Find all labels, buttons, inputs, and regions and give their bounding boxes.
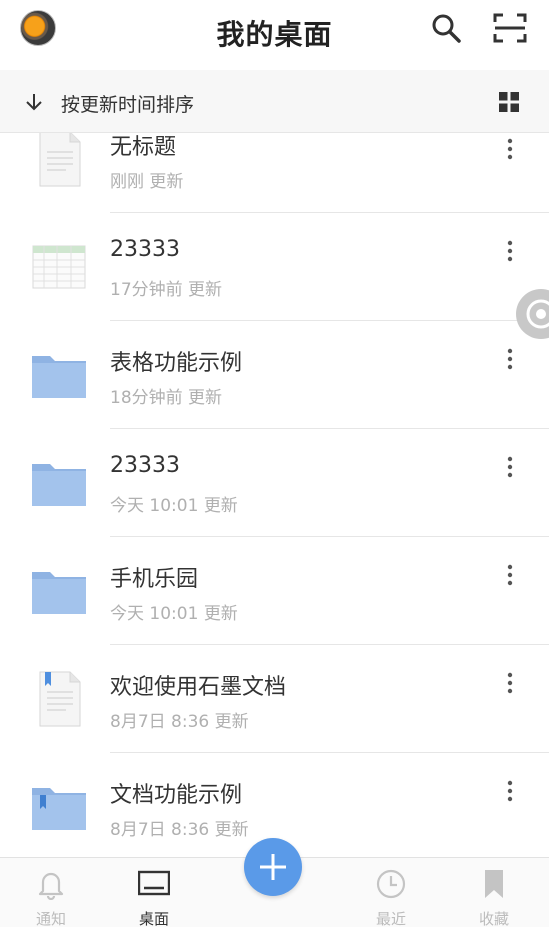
folder-icon <box>32 572 86 614</box>
nav-notifications[interactable]: 通知 <box>11 858 91 928</box>
file-name: 无标题 <box>110 135 177 160</box>
add-button[interactable] <box>244 838 302 896</box>
clock-icon <box>376 869 406 899</box>
folder-icon <box>32 356 86 398</box>
file-meta: 刚刚 更新 <box>110 167 183 192</box>
sort-bar: 按更新时间排序 <box>0 70 549 133</box>
spreadsheet-icon <box>32 245 86 289</box>
assistive-touch-button[interactable] <box>516 289 549 339</box>
shutter-icon <box>526 299 549 329</box>
more-icon[interactable] <box>500 455 520 479</box>
file-row[interactable]: 23333 17分钟前 更新 <box>0 213 549 321</box>
more-icon[interactable] <box>500 239 520 263</box>
file-row[interactable]: 表格功能示例 18分钟前 更新 <box>0 321 549 429</box>
file-list: 无标题 刚刚 更新 23333 17分钟前 更新 表格功能示例 18分钟前 更新… <box>0 133 549 857</box>
scan-button[interactable] <box>493 12 527 44</box>
document-icon <box>39 133 81 187</box>
nav-label: 收藏 <box>478 910 509 928</box>
file-time: 18分钟前 <box>110 388 183 408</box>
file-name: 手机乐园 <box>110 567 199 592</box>
file-row[interactable]: 23333 今天 10:01 更新 <box>0 429 549 537</box>
bookmarked-folder-icon <box>32 788 86 830</box>
file-meta: 8月7日 8:36 更新 <box>110 707 249 732</box>
search-icon <box>432 14 461 43</box>
search-button[interactable] <box>430 12 462 44</box>
file-time: 8月7日 8:36 <box>110 712 210 732</box>
file-name: 表格功能示例 <box>110 351 243 376</box>
page-title: 我的桌面 <box>216 18 333 51</box>
desktop-icon <box>138 870 170 896</box>
file-meta-suffix: 更新 <box>188 388 223 408</box>
more-icon[interactable] <box>500 137 520 161</box>
grid-view-icon[interactable] <box>498 91 520 113</box>
file-meta: 17分钟前 更新 <box>110 275 222 300</box>
scan-icon <box>493 13 527 43</box>
nav-label: 通知 <box>35 910 66 928</box>
app-header: 我的桌面 <box>0 0 549 70</box>
file-meta: 8月7日 8:36 更新 <box>110 815 249 840</box>
plus-icon <box>260 854 286 880</box>
arrow-down-icon[interactable] <box>24 92 44 112</box>
folder-icon <box>32 464 86 506</box>
file-meta-suffix: 更新 <box>203 496 238 516</box>
more-icon[interactable] <box>500 779 520 803</box>
file-time: 今天 10:01 <box>110 604 199 624</box>
file-row[interactable]: 手机乐园 今天 10:01 更新 <box>0 537 549 645</box>
file-meta-suffix: 更新 <box>214 820 249 840</box>
file-row[interactable]: 欢迎使用石墨文档 8月7日 8:36 更新 <box>0 645 549 753</box>
file-meta: 18分钟前 更新 <box>110 383 222 408</box>
bell-icon <box>38 872 64 900</box>
bookmark-icon <box>485 870 503 898</box>
file-name: 文档功能示例 <box>110 783 243 808</box>
more-icon[interactable] <box>500 347 520 371</box>
file-time: 今天 10:01 <box>110 496 199 516</box>
file-meta-suffix: 更新 <box>214 712 249 732</box>
more-icon[interactable] <box>500 671 520 695</box>
more-icon[interactable] <box>500 563 520 587</box>
nav-label: 最近 <box>375 910 406 928</box>
file-meta-suffix: 更新 <box>188 280 223 300</box>
file-row[interactable]: 无标题 刚刚 更新 <box>0 133 549 213</box>
file-meta-suffix: 更新 <box>149 172 184 192</box>
nav-recent[interactable]: 最近 <box>351 858 431 928</box>
file-time: 刚刚 <box>110 172 144 192</box>
file-name: 23333 <box>110 453 180 478</box>
file-time: 17分钟前 <box>110 280 183 300</box>
bookmarked-document-icon <box>39 671 81 727</box>
sort-label[interactable]: 按更新时间排序 <box>61 90 194 117</box>
file-meta: 今天 10:01 更新 <box>110 491 238 516</box>
file-name: 23333 <box>110 237 180 262</box>
nav-label: 桌面 <box>138 910 169 928</box>
nav-favorites[interactable]: 收藏 <box>454 858 534 928</box>
file-time: 8月7日 8:36 <box>110 820 210 840</box>
nav-desktop[interactable]: 桌面 <box>114 858 194 928</box>
file-meta-suffix: 更新 <box>203 604 238 624</box>
file-name: 欢迎使用石墨文档 <box>110 675 287 700</box>
file-meta: 今天 10:01 更新 <box>110 599 238 624</box>
